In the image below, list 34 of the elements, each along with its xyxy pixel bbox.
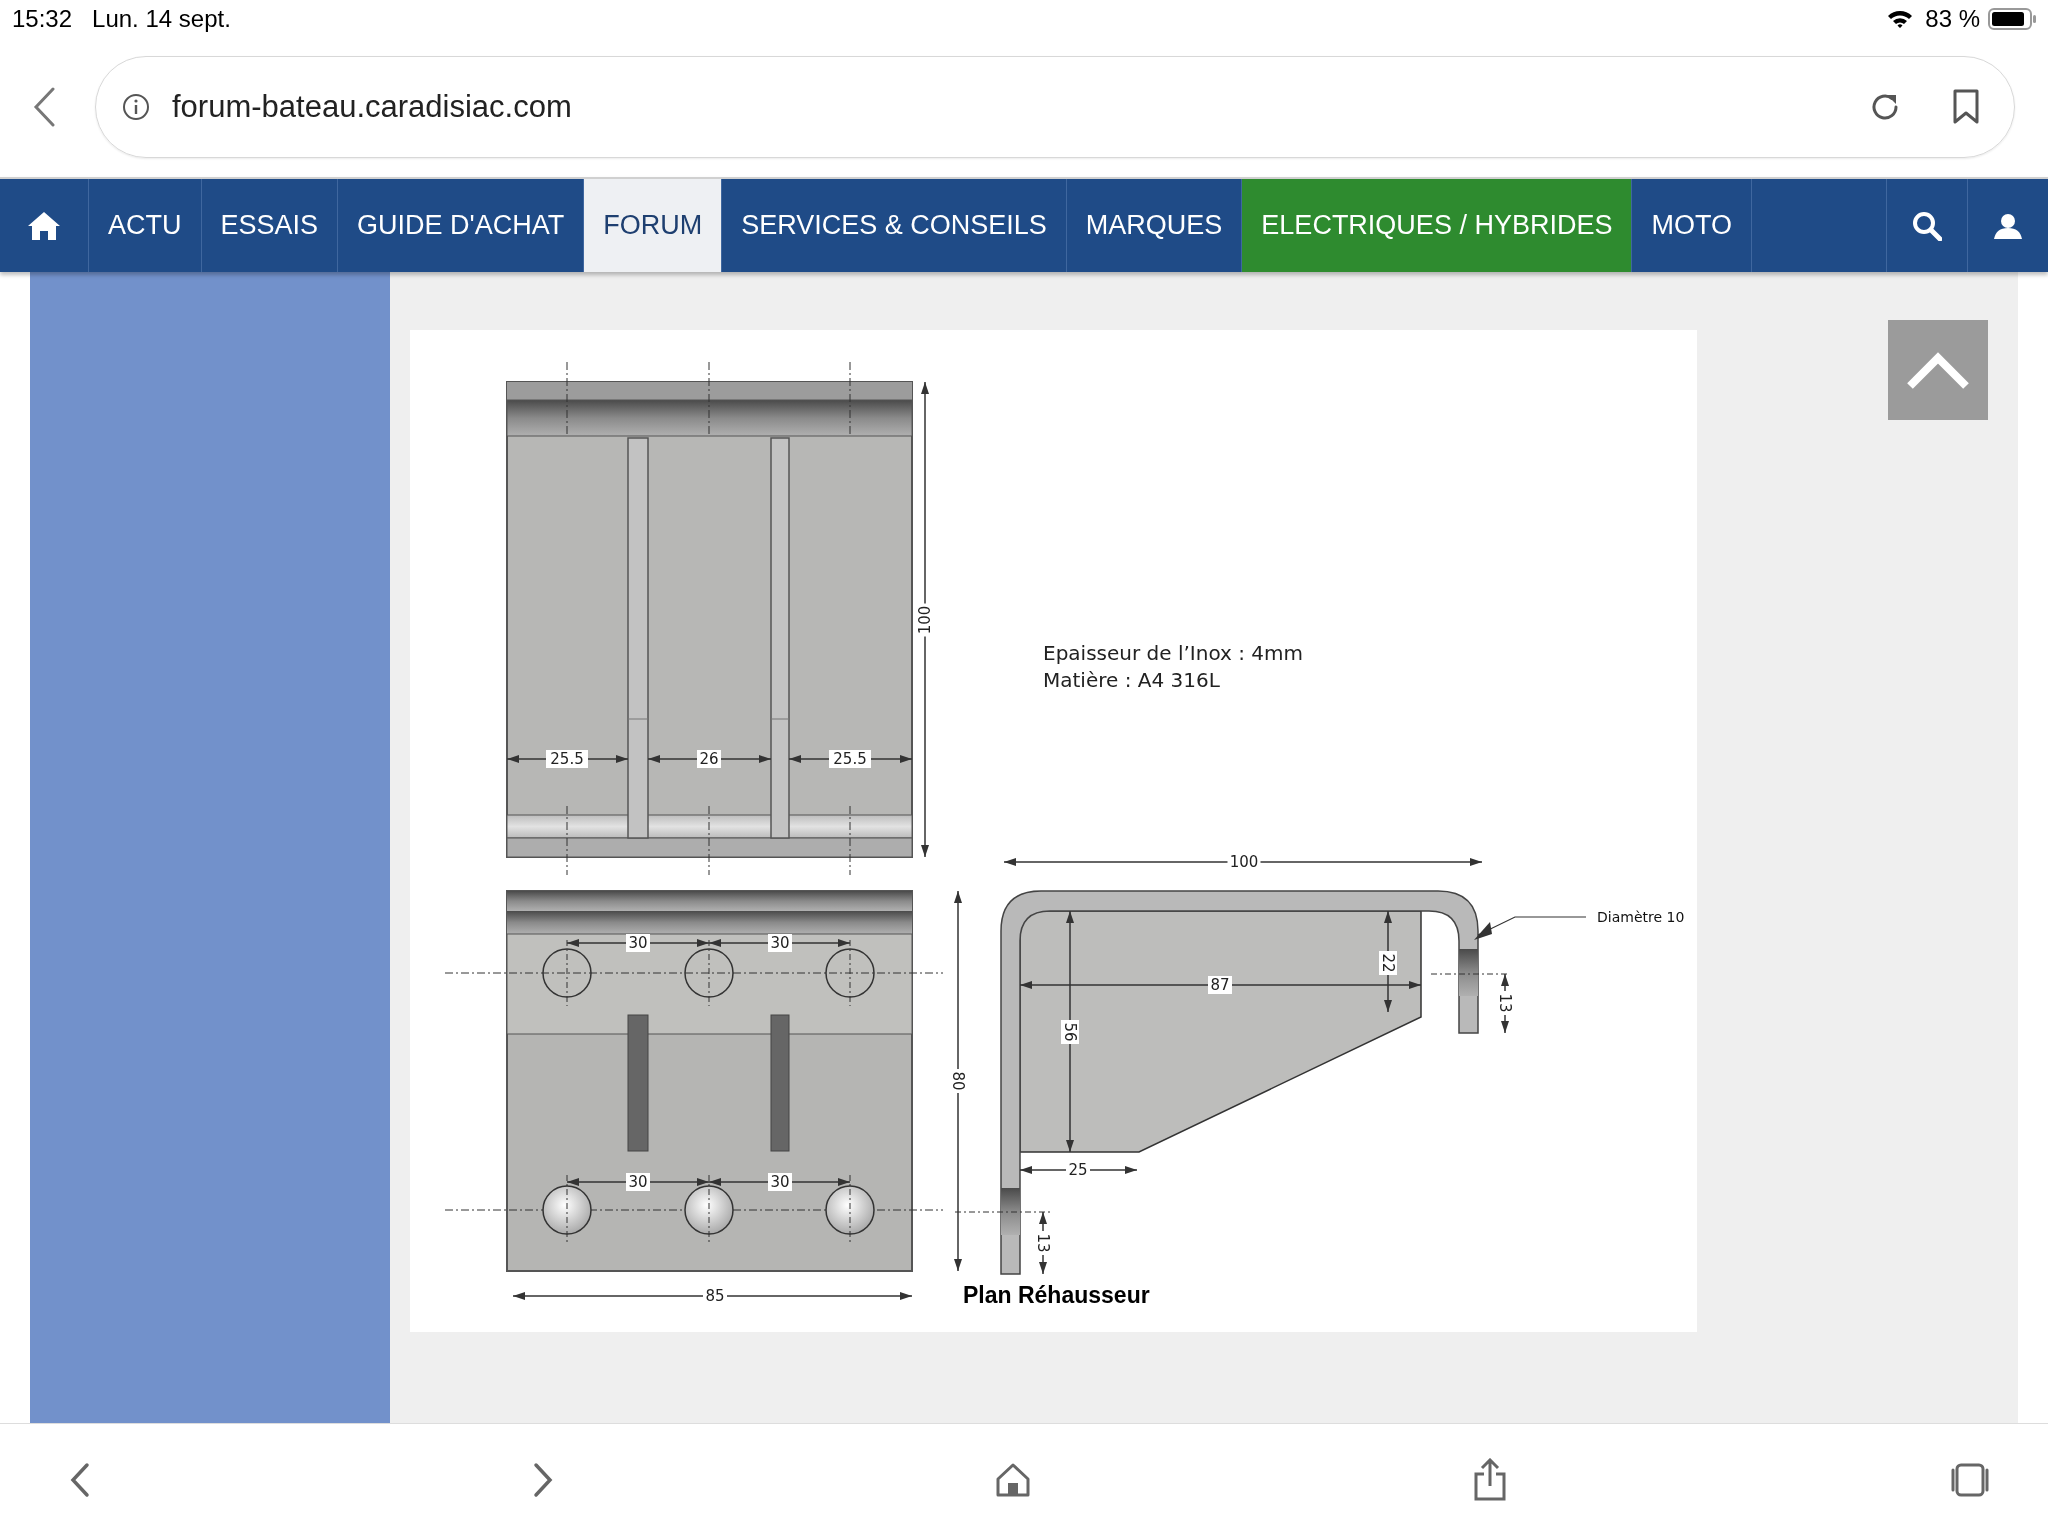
dimension-label: 26 (697, 750, 721, 768)
info-icon (122, 93, 150, 121)
home-icon[interactable] (995, 1462, 1031, 1498)
status-date: Lun. 14 sept. (92, 5, 231, 33)
wifi-icon (1887, 9, 1914, 29)
dimension-label: 30 (768, 1173, 792, 1191)
back-icon[interactable] (69, 1462, 91, 1498)
dimension-label: 25.5 (829, 750, 871, 768)
dimension-label: 22 (1379, 951, 1397, 975)
chevron-up-icon (1906, 350, 1970, 390)
dimension-label: 25.5 (546, 750, 588, 768)
home-icon (27, 210, 61, 241)
tabs-icon[interactable] (1949, 1462, 1991, 1498)
share-icon[interactable] (1472, 1458, 1508, 1502)
battery-icon (1988, 8, 2036, 30)
search-icon (1912, 210, 1942, 241)
status-time: 15:32 (12, 5, 73, 33)
dimension-label: 87 (1208, 976, 1232, 994)
drawing-caption: Plan Réhausseur (963, 1282, 1150, 1309)
callout-label: Diamètre 10 (1597, 909, 1685, 925)
dimension-label: 30 (626, 1173, 650, 1191)
material-note: Epaisseur de l’Inox : 4mm (1043, 641, 1303, 665)
forward-icon[interactable] (532, 1462, 554, 1498)
back-icon[interactable] (33, 87, 55, 127)
nav-tab[interactable]: FORUM (584, 179, 723, 272)
dimension-label: 30 (626, 934, 650, 952)
material-note: Matière : A4 316L (1043, 668, 1220, 692)
dimension-label: 30 (768, 934, 792, 952)
scroll-to-top-button[interactable] (1888, 320, 1988, 420)
dimension-label: 56 (1061, 1020, 1079, 1044)
battery-percent: 83 % (1925, 5, 1980, 33)
user-icon (1993, 212, 2023, 239)
nav-tab[interactable]: ELECTRIQUES / HYBRIDES (1242, 179, 1633, 272)
bookmark-icon[interactable] (1952, 89, 1980, 125)
